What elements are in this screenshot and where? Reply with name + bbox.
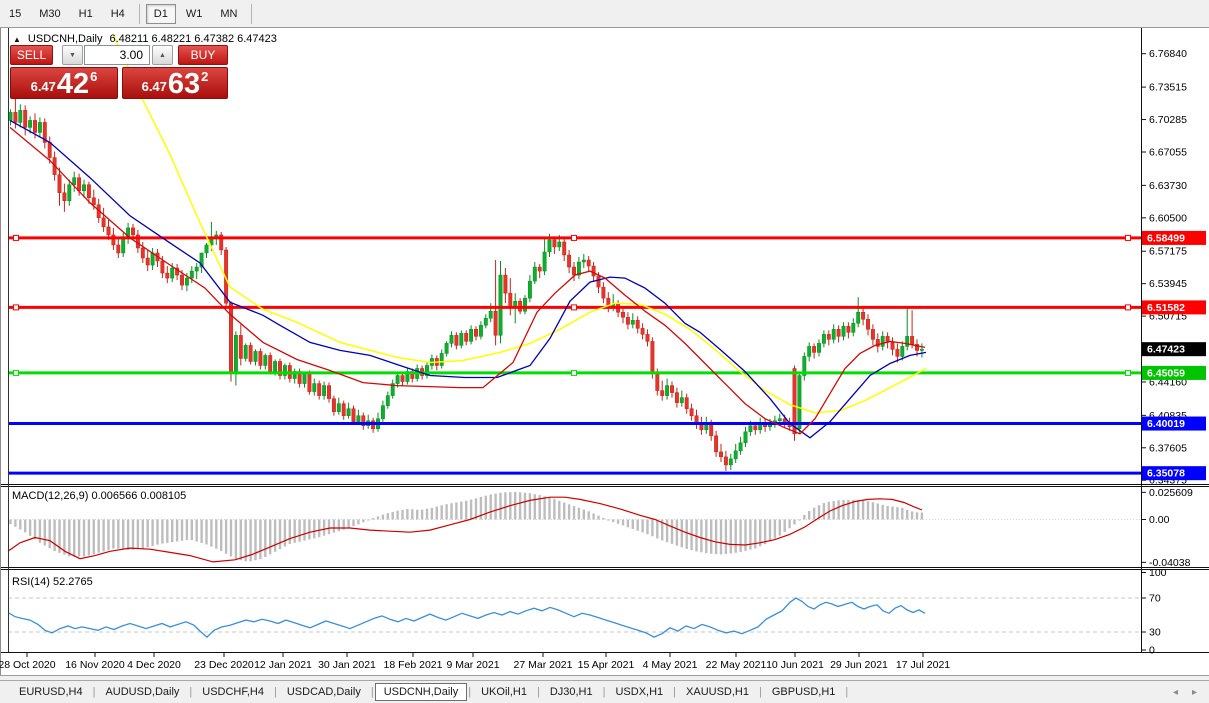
buy-price-big: 63 <box>167 68 201 100</box>
tab-separator: | <box>536 686 540 698</box>
buy-price-pip: 2 <box>201 69 209 84</box>
one-click-trading-panel: SELL ▼ ▲ BUY 6.47 42 6 6.47 63 2 <box>9 44 229 100</box>
tab-separator: | <box>370 686 374 698</box>
svg-text:4 Dec 2020: 4 Dec 2020 <box>127 659 181 671</box>
svg-text:6.37605: 6.37605 <box>1149 442 1187 454</box>
svg-text:6.70285: 6.70285 <box>1149 114 1187 126</box>
svg-text:6.76840: 6.76840 <box>1149 48 1187 60</box>
svg-text:6.40019: 6.40019 <box>1147 418 1185 430</box>
sell-button[interactable]: SELL <box>10 45 53 65</box>
tab-eurusd[interactable]: EURUSD,H4 <box>10 683 92 701</box>
hline-handle[interactable] <box>571 369 577 376</box>
hline-handle[interactable] <box>13 369 19 376</box>
hline-handle[interactable] <box>571 234 577 241</box>
svg-text:4 May 2021: 4 May 2021 <box>643 659 698 671</box>
svg-text:29 Jun 2021: 29 Jun 2021 <box>830 659 888 671</box>
chart-tabbar: EURUSD,H4 | AUDUSD,Daily | USDCHF,H4 | USDCAD,… <box>0 680 1209 703</box>
tabs-scroll-right-icon[interactable]: ▸ <box>1192 687 1197 698</box>
svg-text:6.73515: 6.73515 <box>1149 82 1187 94</box>
tabs-scroll-left-icon[interactable]: ◂ <box>1173 687 1178 698</box>
tab-separator: | <box>602 686 606 698</box>
chart-canvas[interactable]: 6.76840 6.73515 6.70285 6.67055 6.63730 6.605… <box>0 0 1209 703</box>
chart-background <box>0 28 1209 675</box>
svg-text:6.47423: 6.47423 <box>1147 344 1185 356</box>
svg-text:16 Nov 2020: 16 Nov 2020 <box>65 659 125 671</box>
sell-price-button[interactable]: 6.47 42 6 <box>10 67 118 99</box>
volume-increase-button[interactable]: ▲ <box>152 45 173 65</box>
sell-price-prefix: 6.47 <box>30 79 56 94</box>
tab-ukoil[interactable]: UKOil,H1 <box>472 683 536 701</box>
buy-button[interactable]: BUY <box>178 45 228 65</box>
tab-dj30[interactable]: DJ30,H1 <box>541 683 602 701</box>
tab-separator: | <box>758 686 762 698</box>
volume-input[interactable] <box>84 45 150 65</box>
svg-text:22 May 2021: 22 May 2021 <box>706 659 767 671</box>
svg-text:6.35078: 6.35078 <box>1147 468 1185 480</box>
svg-text:6.53945: 6.53945 <box>1149 278 1187 290</box>
macd-indicator-label: MACD(12,26,9) 0.006566 0.008105 <box>12 490 187 502</box>
buy-price-button[interactable]: 6.47 63 2 <box>122 67 228 99</box>
svg-text:23 Dec 2020: 23 Dec 2020 <box>194 659 254 671</box>
svg-text:6.60500: 6.60500 <box>1149 212 1187 224</box>
svg-text:6.45059: 6.45059 <box>1147 367 1185 379</box>
tab-separator: | <box>274 686 277 698</box>
svg-text:6.58499: 6.58499 <box>1147 232 1185 244</box>
svg-text:9 Mar 2021: 9 Mar 2021 <box>446 659 499 671</box>
rsi-indicator-label: RSI(14) 52.2765 <box>12 576 93 588</box>
svg-text:27 Mar 2021: 27 Mar 2021 <box>514 659 573 671</box>
collapse-panel-icon[interactable]: ▲ <box>13 35 21 44</box>
tab-separator: | <box>673 686 677 698</box>
svg-text:15 Apr 2021: 15 Apr 2021 <box>578 659 635 671</box>
buy-price-prefix: 6.47 <box>141 79 167 94</box>
svg-text:70: 70 <box>1149 593 1161 605</box>
svg-text:12 Jan 2021: 12 Jan 2021 <box>254 659 312 671</box>
hline-handle[interactable] <box>1125 304 1131 311</box>
sell-price-big: 42 <box>56 68 90 100</box>
tab-usdx[interactable]: USDX,H1 <box>606 683 672 701</box>
hline-handle[interactable] <box>13 304 19 311</box>
tab-usdchf[interactable]: USDCHF,H4 <box>193 683 273 701</box>
hline-handle[interactable] <box>1125 369 1131 376</box>
tab-separator: | <box>92 686 96 698</box>
hline-handle[interactable] <box>13 234 19 241</box>
svg-text:10 Jun 2021: 10 Jun 2021 <box>766 659 824 671</box>
svg-text:0: 0 <box>1149 645 1155 657</box>
svg-text:17 Jul 2021: 17 Jul 2021 <box>896 659 950 671</box>
tab-separator: | <box>468 686 472 698</box>
hline-handle[interactable] <box>571 304 577 311</box>
svg-text:6.51582: 6.51582 <box>1147 302 1185 314</box>
svg-text:6.67055: 6.67055 <box>1149 146 1187 158</box>
tab-audusd[interactable]: AUDUSD,Daily <box>96 683 188 701</box>
svg-text:30 Jan 2021: 30 Jan 2021 <box>318 659 376 671</box>
tab-usdcad[interactable]: USDCAD,Daily <box>278 683 370 701</box>
tab-separator: | <box>845 686 849 698</box>
svg-text:6.57175: 6.57175 <box>1149 246 1187 258</box>
tab-gbpusd[interactable]: GBPUSD,H1 <box>763 683 845 701</box>
svg-text:6.63730: 6.63730 <box>1149 180 1187 192</box>
volume-decrease-button[interactable]: ▼ <box>62 45 83 65</box>
svg-text:28 Oct 2020: 28 Oct 2020 <box>0 659 56 671</box>
svg-text:0.025609: 0.025609 <box>1149 487 1193 499</box>
tab-usdcnh[interactable]: USDCNH,Daily <box>374 683 468 701</box>
svg-text:0.00: 0.00 <box>1149 514 1170 526</box>
svg-text:100: 100 <box>1149 567 1167 579</box>
svg-text:30: 30 <box>1149 627 1161 639</box>
tab-separator: | <box>189 686 193 698</box>
svg-text:18 Feb 2021: 18 Feb 2021 <box>384 659 443 671</box>
sell-price-pip: 6 <box>90 69 98 84</box>
tab-xauusd[interactable]: XAUUSD,H1 <box>677 683 758 701</box>
hline-handle[interactable] <box>1125 234 1131 241</box>
